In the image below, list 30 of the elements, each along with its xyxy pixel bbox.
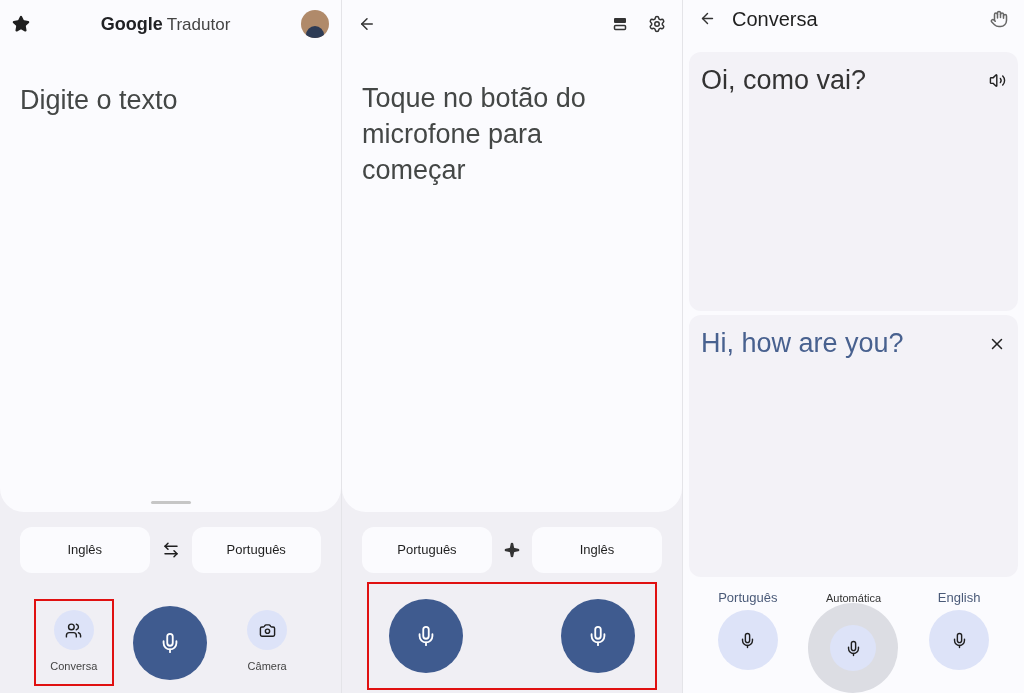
drag-handle[interactable] xyxy=(150,501,191,504)
translated-text: Hi, how are you? xyxy=(701,327,905,361)
instruction-text: Toque no botão do microfone para começar xyxy=(362,82,587,187)
language-label: Automática xyxy=(825,591,881,606)
language-button[interactable]: Português xyxy=(191,527,321,573)
microphone-button[interactable] xyxy=(830,625,877,671)
language-label: English xyxy=(937,589,981,607)
star-icon xyxy=(12,15,30,33)
action-label: Conversa xyxy=(50,659,98,675)
auto-microphone-icon xyxy=(845,639,862,657)
text-input-placeholder[interactable]: Digite o texto xyxy=(20,85,178,115)
avatar[interactable] xyxy=(301,10,329,38)
layout-icon xyxy=(612,16,628,32)
language-label: Português xyxy=(718,589,778,607)
app-title: Tradutor xyxy=(166,13,231,36)
hand-icon xyxy=(990,9,1008,28)
camera-icon xyxy=(258,621,276,639)
back-icon xyxy=(358,15,376,33)
app-logo: Google xyxy=(100,12,163,36)
sparkle-icon xyxy=(504,542,520,558)
action-label: Câmera xyxy=(247,659,287,675)
screen-title: Conversa xyxy=(732,6,819,32)
swap-icon xyxy=(161,541,180,559)
language-button[interactable]: Inglês xyxy=(20,527,150,573)
settings-icon xyxy=(648,15,666,33)
source-text: Oi, como vai? xyxy=(701,63,868,97)
language-button[interactable]: Português xyxy=(362,527,492,573)
speaker-icon xyxy=(989,71,1006,89)
language-button[interactable]: Inglês xyxy=(532,527,662,573)
people-icon xyxy=(65,621,83,639)
